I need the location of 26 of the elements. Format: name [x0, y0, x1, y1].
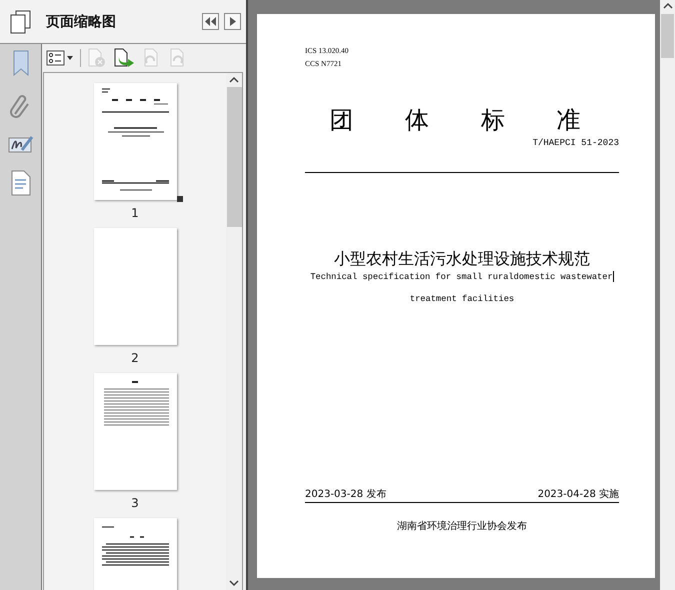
english-title: treatment facilities — [408, 293, 516, 305]
page-number: 2 — [131, 351, 139, 365]
text-cursor — [612, 271, 614, 282]
document-icon[interactable] — [10, 170, 30, 196]
scrollbar-thumb[interactable] — [661, 14, 674, 58]
paperclip-icon[interactable] — [10, 94, 32, 120]
double-left-arrow-icon — [205, 17, 216, 26]
publisher: 湖南省环境治理行业协会发布 — [396, 520, 528, 533]
page-thumbnail[interactable] — [94, 373, 176, 490]
page-thumbnail[interactable] — [94, 228, 176, 345]
effective-date: 2023-04-28 实施 — [538, 488, 619, 501]
document-title: 小型农村生活污水处理设施技术规范 — [333, 249, 591, 269]
insert-page-button[interactable] — [113, 47, 135, 69]
panel-title: 页面缩略图 — [44, 12, 117, 30]
collapse-button[interactable] — [202, 13, 219, 30]
right-arrow-icon — [230, 17, 236, 26]
pages-icon — [10, 10, 32, 34]
scrollbar-thumb[interactable] — [226, 87, 242, 227]
expand-button[interactable] — [224, 13, 241, 30]
page-number: 3 — [131, 496, 139, 510]
page-number: 1 — [131, 206, 139, 220]
page-thumbnail[interactable] — [94, 83, 176, 200]
standard-heading: 团 体 标 准 — [328, 106, 582, 134]
issue-date: 2023-03-28 发布 — [305, 488, 386, 501]
standard-number: T/HAEPCI 51-2023 — [532, 138, 619, 148]
english-title: Technical specification for small ruraldomestic wastewater — [310, 272, 613, 282]
